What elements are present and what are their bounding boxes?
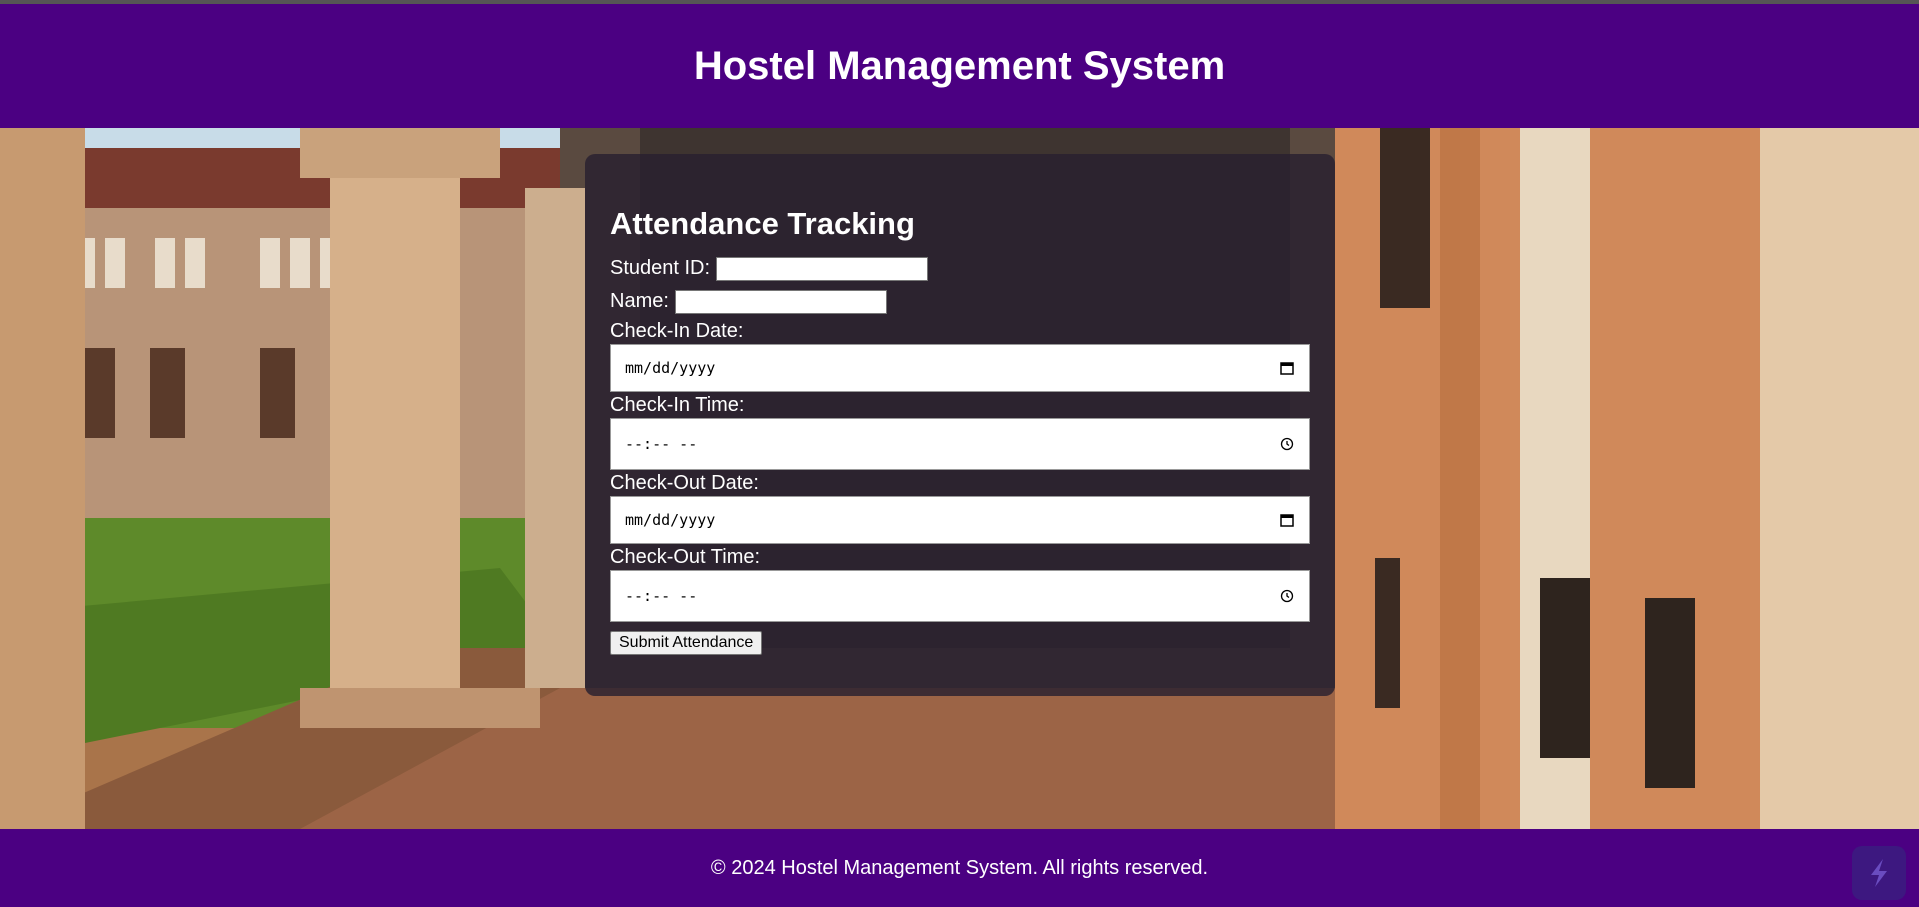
lightning-logo-icon[interactable]: [1852, 846, 1906, 900]
checkin-time-label: Check-In Time:: [610, 394, 745, 416]
checkout-date-placeholder: mm/dd/yyyy: [625, 511, 716, 529]
form-title: Attendance Tracking: [610, 206, 915, 241]
checkout-time-label: Check-Out Time:: [610, 546, 761, 568]
name-input[interactable]: [674, 289, 887, 314]
student-id-input[interactable]: [716, 256, 929, 281]
checkout-time-input[interactable]: --:-- --: [610, 570, 1310, 622]
name-row: Name:: [610, 285, 1310, 318]
site-footer: © 2024 Hostel Management System. All rig…: [0, 829, 1919, 907]
site-header: Hostel Management System: [0, 4, 1919, 128]
checkout-date-input[interactable]: mm/dd/yyyy: [610, 496, 1310, 544]
footer-copyright: © 2024 Hostel Management System. All rig…: [710, 856, 1209, 879]
attendance-form-panel: Attendance Tracking Student ID: Name: Ch…: [585, 154, 1335, 696]
student-id-label: Student ID:: [610, 257, 711, 279]
checkin-time-placeholder: --:-- --: [625, 435, 698, 453]
submit-attendance-button[interactable]: Submit Attendance: [610, 631, 763, 655]
calendar-icon[interactable]: [1279, 512, 1295, 528]
checkout-date-label: Check-Out Date:: [610, 472, 759, 494]
checkin-date-placeholder: mm/dd/yyyy: [625, 359, 716, 377]
checkin-time-input[interactable]: --:-- --: [610, 418, 1310, 470]
clock-icon[interactable]: [1279, 588, 1295, 604]
checkin-date-label: Check-In Date:: [610, 320, 744, 342]
checkout-time-placeholder: --:-- --: [625, 587, 698, 605]
name-label: Name:: [610, 290, 669, 312]
checkin-date-input[interactable]: mm/dd/yyyy: [610, 344, 1310, 392]
student-id-row: Student ID:: [610, 252, 1310, 285]
clock-icon[interactable]: [1279, 436, 1295, 452]
calendar-icon[interactable]: [1279, 360, 1295, 376]
page-title: Hostel Management System: [693, 43, 1226, 88]
